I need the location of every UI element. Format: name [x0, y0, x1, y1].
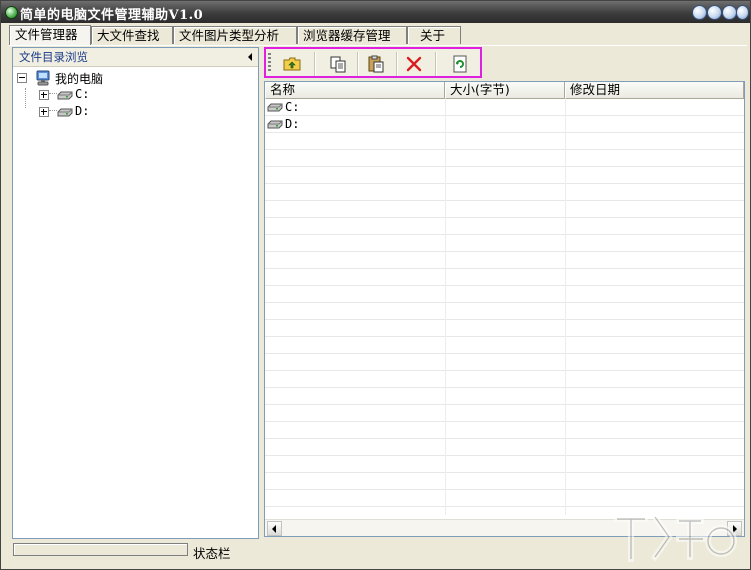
scroll-left-button[interactable] [267, 521, 282, 536]
column-divider [565, 99, 566, 515]
tab-label: 文件图片类型分析 [179, 28, 280, 43]
minimize-button[interactable] [692, 5, 707, 20]
drive-icon [267, 120, 283, 129]
expand-toggle-icon[interactable] [39, 107, 49, 117]
file-list-header: 名称 大小(字节) 修改日期 [265, 82, 744, 99]
window-title: 简单的电脑文件管理辅助V1.0 [20, 8, 204, 23]
drive-icon [57, 108, 73, 117]
copy-icon[interactable] [328, 54, 348, 74]
tab-label: 文件管理器 [15, 27, 78, 42]
tree-node-label: D: [75, 104, 90, 118]
tree-connector [25, 88, 27, 108]
tab-file-manager[interactable]: 文件管理器 [9, 25, 91, 45]
file-toolbar [264, 47, 482, 78]
toolbar-separator [357, 52, 359, 76]
file-name: D: [285, 117, 300, 131]
collapse-toggle-icon[interactable] [17, 73, 27, 83]
tree-panel-header: 文件目录浏览 [13, 48, 258, 67]
title-bar: 简单的电脑文件管理辅助V1.0 [1, 1, 750, 23]
toolbar-separator [396, 52, 398, 76]
tab-label: 浏览器缓存管理 [303, 28, 391, 43]
table-row[interactable]: C: [265, 99, 744, 116]
arrow-left-icon [272, 525, 276, 533]
close-button[interactable] [736, 5, 749, 20]
tab-about[interactable]: 关于 [407, 26, 461, 44]
tree-node-label: C: [75, 87, 90, 101]
watermark-logo [614, 512, 737, 562]
directory-tree-panel: 文件目录浏览 我的电脑 C: D: [12, 47, 259, 539]
drive-icon [267, 103, 283, 112]
table-row[interactable]: D: [265, 116, 744, 133]
toolbar-separator [314, 52, 316, 76]
tab-label: 关于 [420, 28, 446, 43]
toolbar-grip[interactable] [268, 53, 271, 73]
expand-toggle-icon[interactable] [39, 90, 49, 100]
tab-browser-cache-manager[interactable]: 浏览器缓存管理 [297, 26, 407, 44]
tab-large-file-search[interactable]: 大文件查找 [91, 26, 173, 44]
drive-icon [57, 91, 73, 100]
column-header-name[interactable]: 名称 [265, 82, 445, 99]
tree-panel-title: 文件目录浏览 [19, 50, 88, 64]
tree-node-label: 我的电脑 [55, 72, 104, 86]
column-divider [445, 99, 446, 515]
file-browser-panel: 名称 大小(字节) 修改日期 C: D: [264, 47, 747, 539]
file-list-body [265, 99, 744, 515]
folder-up-icon[interactable] [282, 54, 302, 74]
delete-x-icon[interactable] [404, 54, 424, 74]
tree-node-drive-c[interactable]: C: [39, 87, 159, 103]
tree-node-my-computer[interactable]: 我的电脑 [17, 70, 217, 86]
tab-label: 大文件查找 [97, 28, 160, 43]
tab-content: 文件目录浏览 我的电脑 C: D: 名称 大小(字节) 修改日期 C: D: 状… [9, 45, 747, 563]
computer-icon [36, 70, 50, 86]
toolbar-separator [435, 52, 437, 76]
app-icon [5, 6, 18, 19]
status-label: 状态栏 [193, 546, 231, 561]
collapse-panel-icon[interactable] [248, 53, 252, 61]
tab-file-image-type-analysis[interactable]: 文件图片类型分析 [173, 26, 297, 44]
status-progress-bar [13, 543, 188, 556]
column-header-size[interactable]: 大小(字节) [445, 82, 565, 99]
file-list: 名称 大小(字节) 修改日期 C: D: [264, 81, 745, 537]
tree-node-drive-d[interactable]: D: [39, 104, 159, 120]
refresh-icon[interactable] [450, 54, 470, 74]
restore-button[interactable] [722, 5, 737, 20]
paste-icon[interactable] [366, 54, 386, 74]
file-name: C: [285, 100, 300, 114]
maximize-button[interactable] [707, 5, 722, 20]
column-header-modified[interactable]: 修改日期 [565, 82, 744, 99]
app-window: 简单的电脑文件管理辅助V1.0 文件管理器 大文件查找 文件图片类型分析 浏览器… [0, 0, 751, 570]
